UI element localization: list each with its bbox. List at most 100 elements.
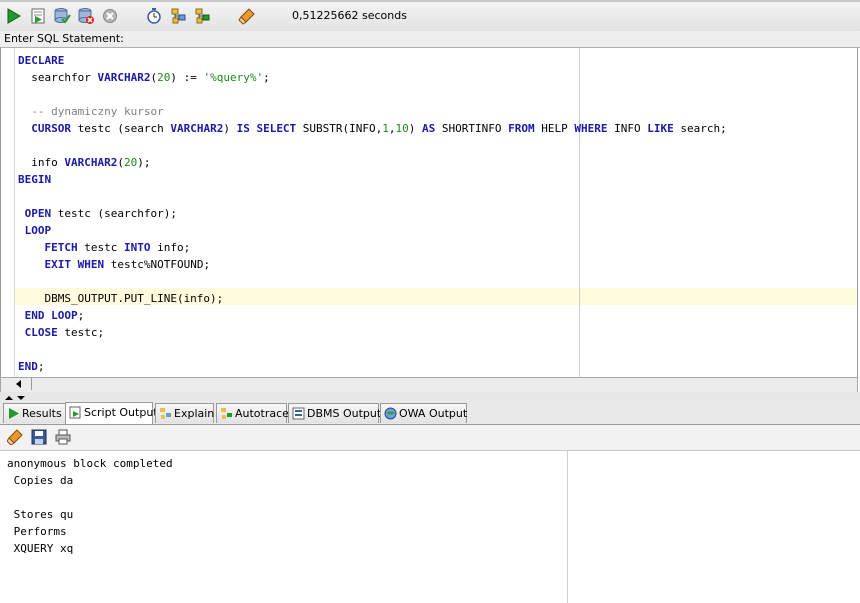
code-line: DBMS_OUTPUT.PUT_LINE(info); xyxy=(18,290,727,307)
code-line: END; xyxy=(18,358,727,375)
code-token: SUBSTR(INFO, xyxy=(296,122,383,135)
code-line: CURSOR testc (search VARCHAR2) IS SELECT… xyxy=(18,120,727,137)
code-token: 20 xyxy=(123,156,138,169)
code-token: LIKE xyxy=(647,122,674,135)
output-line: XQUERY xq xyxy=(7,542,74,555)
autotrace-icon[interactable] xyxy=(194,7,212,25)
sql-editor[interactable]: DECLARE searchfor VARCHAR2(20) := '%quer… xyxy=(0,48,858,379)
sql-statement-label-bar: Enter SQL Statement: xyxy=(0,31,860,48)
code-token: testc (search xyxy=(71,122,171,135)
code-token: HELP xyxy=(534,122,575,135)
code-token: INFO xyxy=(607,122,648,135)
toolbar-border xyxy=(0,0,860,2)
tab-script-output[interactable]: Script Output xyxy=(65,402,158,424)
code-token: AS xyxy=(422,122,436,135)
code-line: searchfor VARCHAR2(20) := '%query%'; xyxy=(18,69,727,86)
sql-statement-label: Enter SQL Statement: xyxy=(4,32,124,45)
run-statement-icon[interactable] xyxy=(5,7,23,25)
code-token: IS SELECT xyxy=(236,122,297,135)
code-token: ( xyxy=(117,156,124,169)
code-token: 20 xyxy=(157,71,171,84)
tab-label: DBMS Output xyxy=(307,407,382,420)
code-line: END LOOP; xyxy=(18,307,727,324)
editor-gutter xyxy=(1,48,15,378)
code-token: , xyxy=(388,122,396,135)
explain-icon xyxy=(160,408,171,419)
output-line: Performs xyxy=(7,525,67,538)
code-token: FROM xyxy=(508,122,535,135)
code-token: ; xyxy=(77,309,85,322)
cancel-icon[interactable] xyxy=(101,7,119,25)
code-token: END xyxy=(18,360,38,373)
tab-autotrace[interactable]: Autotrace xyxy=(216,403,289,423)
tab-owa-output[interactable]: OWA Output xyxy=(380,403,467,423)
code-token: testc (searchfor); xyxy=(51,207,177,220)
code-token: -- dynamiczny kursor xyxy=(18,105,164,118)
output-toolbar xyxy=(0,425,860,451)
print-icon[interactable] xyxy=(55,429,71,445)
code-token: '%query%' xyxy=(203,71,264,84)
scroll-left-button[interactable] xyxy=(5,378,32,390)
code-line: info VARCHAR2(20); xyxy=(18,154,727,171)
rollback-icon[interactable] xyxy=(77,7,95,25)
code-line: DECLARE xyxy=(18,52,727,69)
code-token: ) xyxy=(223,122,237,135)
code-token: VARCHAR2 xyxy=(64,156,118,169)
run-icon xyxy=(9,408,19,419)
tab-results[interactable]: Results xyxy=(3,403,67,423)
code-token: WHERE xyxy=(574,122,608,135)
code-token: CURSOR xyxy=(31,122,71,135)
commit-icon[interactable] xyxy=(53,7,71,25)
tab-label: Explain xyxy=(174,407,215,420)
pane-splitter[interactable] xyxy=(0,392,860,400)
code-token: LOOP xyxy=(24,224,52,237)
code-token: SHORTINFO xyxy=(435,122,509,135)
code-area[interactable]: DECLARE searchfor VARCHAR2(20) := '%quer… xyxy=(18,52,727,375)
code-line: LOOP xyxy=(18,222,727,239)
output-line: Stores qu xyxy=(7,508,74,521)
tab-explain[interactable]: Explain xyxy=(155,403,214,423)
code-token: DBMS_OUTPUT.PUT_LINE(info); xyxy=(18,292,224,305)
tab-label: Results xyxy=(22,407,62,420)
tab-dbms-output[interactable]: DBMS Output xyxy=(288,403,382,423)
code-line: FETCH testc INTO info; xyxy=(18,239,727,256)
main-toolbar: 0,51225662 seconds xyxy=(0,0,860,32)
code-token: ) := xyxy=(170,71,204,84)
code-token: searchfor xyxy=(18,71,98,84)
code-line: OPEN testc (searchfor); xyxy=(18,205,727,222)
sql-history-icon[interactable] xyxy=(145,7,163,25)
code-token: VARCHAR2 xyxy=(170,122,224,135)
run-script-icon[interactable] xyxy=(29,7,47,25)
output-text: anonymous block completed Copies da Stor… xyxy=(7,455,173,557)
code-token: END LOOP xyxy=(24,309,78,322)
code-token: 1 xyxy=(382,122,389,135)
code-token: BEGIN xyxy=(18,173,52,186)
clear-icon[interactable] xyxy=(7,429,23,445)
result-tabs: Results Script Output Explain Autotrace … xyxy=(0,400,860,425)
code-token: OPEN xyxy=(24,207,52,220)
code-token: testc%NOTFOUND; xyxy=(104,258,211,271)
save-icon[interactable] xyxy=(31,429,47,445)
code-token: INTO xyxy=(123,241,151,254)
tab-label: Autotrace xyxy=(235,407,289,420)
dbms-output-icon xyxy=(292,407,305,420)
code-token: 10 xyxy=(395,122,409,135)
output-line: Copies da xyxy=(7,474,74,487)
editor-horizontal-scrollbar[interactable] xyxy=(0,377,858,393)
code-token: EXIT WHEN xyxy=(44,258,105,271)
code-token: CLOSE xyxy=(24,326,58,339)
code-token: search; xyxy=(673,122,727,135)
explain-plan-icon[interactable] xyxy=(170,7,188,25)
arrow-left-icon xyxy=(16,380,21,388)
clear-icon[interactable] xyxy=(238,7,256,25)
script-output-panel[interactable]: anonymous block completed Copies da Stor… xyxy=(0,451,860,603)
